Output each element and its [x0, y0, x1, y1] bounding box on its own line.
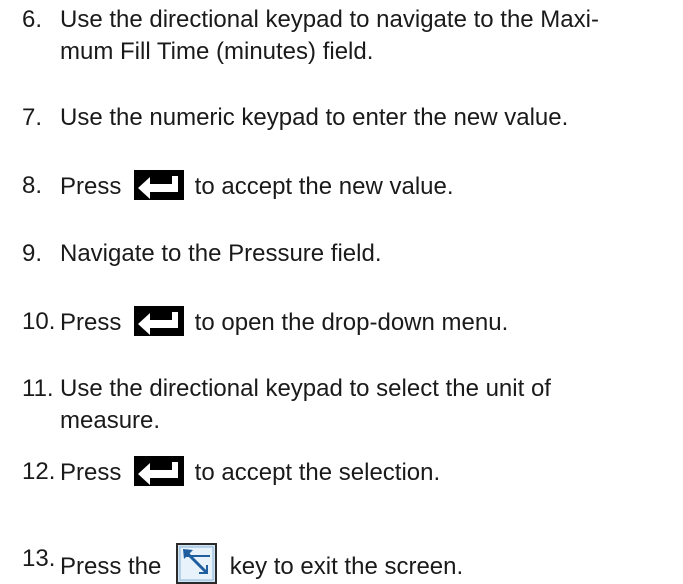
step-7: 7. Use the numeric keypad to enter the n… [22, 102, 662, 134]
enter-key-icon [134, 170, 185, 200]
step-8: 8. Press to accept the new value. [22, 170, 662, 203]
step-number: 12. [22, 458, 56, 485]
step-number: 6. [22, 6, 43, 33]
step-text: Press to accept the new value. [60, 170, 662, 203]
step-text-after: to open the drop-down menu. [188, 309, 509, 336]
step-number: 10. [22, 308, 56, 335]
step-text-after: key to exit the screen. [223, 553, 464, 580]
step-9: 9. Navigate to the Pressure field. [22, 238, 662, 270]
step-text-line: Use the directional keypad to navigate t… [60, 6, 599, 33]
step-text-line: measure. [60, 407, 161, 434]
step-number: 8. [22, 172, 43, 199]
step-number: 7. [22, 104, 43, 131]
step-text-line: Use the numeric keypad to enter the new … [60, 104, 569, 131]
step-text-after: to accept the selection. [188, 459, 441, 486]
step-6: 6. Use the directional keypad to navigat… [22, 4, 662, 68]
step-text-line: Navigate to the Pressure field. [60, 240, 382, 267]
step-number: 11. [22, 375, 54, 402]
step-text: Press the key to exit the screen. [60, 543, 662, 584]
exit-screen-key-icon [176, 543, 218, 584]
step-text-before: Press [60, 309, 129, 336]
step-13: 13. Press the key to exit the screen. [22, 543, 662, 584]
step-12: 12. Press to accept the selection. [22, 456, 662, 489]
step-10: 10. Press to open the drop-down menu. [22, 306, 662, 339]
step-11: 11. Use the directional keypad to select… [22, 373, 662, 437]
step-text: Press to open the drop-down menu. [60, 306, 662, 339]
step-text-after: to accept the new value. [188, 173, 454, 200]
step-text-line: Use the directional keypad to select the… [60, 375, 551, 402]
step-text-line: mum Fill Time (minutes) field. [60, 38, 374, 65]
step-text: Press to accept the selection. [60, 456, 662, 489]
step-text-before: Press [60, 173, 129, 200]
step-number: 9. [22, 240, 43, 267]
enter-key-icon [134, 456, 185, 486]
step-number: 13. [22, 545, 56, 572]
step-text-before: Press [60, 459, 129, 486]
step-text-before: Press the [60, 553, 169, 580]
enter-key-icon [134, 306, 185, 336]
